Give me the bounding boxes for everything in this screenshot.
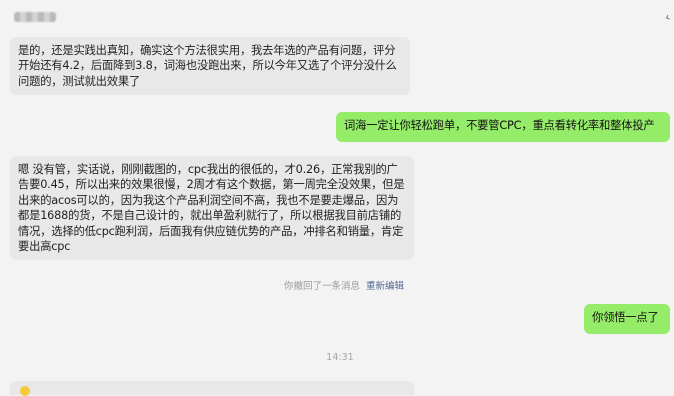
recall-notice: 你撤回了一条消息 重新编辑 bbox=[0, 278, 674, 292]
message-bubble-incoming: 是的，还是实践出真知，确实这个方法很实用，我去年选的产品有问题，评分开始还有4.… bbox=[10, 37, 410, 95]
message-timestamp: 14:31 bbox=[326, 352, 354, 363]
message-bubble-incoming-partial bbox=[10, 381, 414, 395]
chat-header: ‹ bbox=[0, 0, 674, 34]
recall-text: 你撤回了一条消息 bbox=[283, 281, 360, 292]
fold-icon[interactable]: ‹ bbox=[663, 10, 672, 25]
message-bubble-outgoing: 词海一定让你轻松跑单，不要管CPC，重点看转化率和整体投产 bbox=[336, 112, 670, 142]
message-bubble-incoming: 嗯 没有管，实话说，刚刚截图的，cpc我出的很低的，才0.26，正常我别的广告要… bbox=[10, 156, 414, 260]
message-bubble-outgoing: 你领悟一点了 bbox=[584, 304, 670, 334]
contact-name-blurred bbox=[14, 12, 56, 22]
emoji-icon bbox=[20, 386, 30, 396]
reedit-link[interactable]: 重新编辑 bbox=[366, 281, 404, 292]
